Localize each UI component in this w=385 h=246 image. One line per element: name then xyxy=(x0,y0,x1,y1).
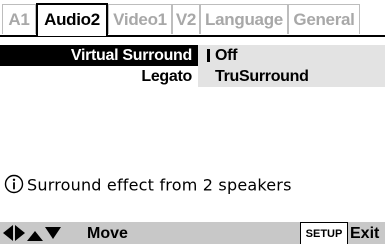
navigation-arrows xyxy=(3,225,61,241)
tab-a1[interactable]: A1 xyxy=(2,4,36,34)
info-text: Surround effect from 2 speakers xyxy=(27,175,292,195)
setting-value-legato[interactable]: TruSurround xyxy=(198,66,385,87)
info-icon xyxy=(4,174,24,193)
arrow-left-icon xyxy=(3,225,13,241)
tab-language[interactable]: Language xyxy=(200,4,288,34)
setting-row-legato[interactable]: Legato TruSurround xyxy=(0,66,385,87)
info-message: Surround effect from 2 speakers xyxy=(4,173,292,197)
tab-audio2[interactable]: Audio2 xyxy=(36,3,108,36)
exit-hint: Exit xyxy=(350,225,380,242)
tab-bar: A1 Audio2 Video1 V2 Language General xyxy=(0,0,385,38)
setting-value-virtual-surround[interactable]: Off xyxy=(198,45,385,66)
arrow-up-icon xyxy=(27,231,43,241)
setting-value-text: TruSurround xyxy=(215,68,309,85)
dvd-setup-screen: A1 Audio2 Video1 V2 Language General Vir… xyxy=(0,0,385,244)
tab-video1[interactable]: Video1 xyxy=(108,4,172,34)
setting-label-virtual-surround: Virtual Surround xyxy=(70,47,192,64)
setup-button[interactable]: SETUP xyxy=(300,222,348,244)
setting-label-legato: Legato xyxy=(141,68,192,85)
setting-row-virtual-surround[interactable]: Virtual Surround Off xyxy=(0,45,385,66)
setting-value-text: Off xyxy=(215,47,238,64)
move-hint: Move xyxy=(87,225,128,242)
selection-cursor-icon xyxy=(207,49,210,62)
tab-general[interactable]: General xyxy=(288,4,360,34)
footer-bar: Move SETUP Exit xyxy=(0,222,385,244)
arrow-right-icon xyxy=(15,225,25,241)
tab-v2[interactable]: V2 xyxy=(172,4,200,34)
arrow-down-icon xyxy=(45,227,61,239)
